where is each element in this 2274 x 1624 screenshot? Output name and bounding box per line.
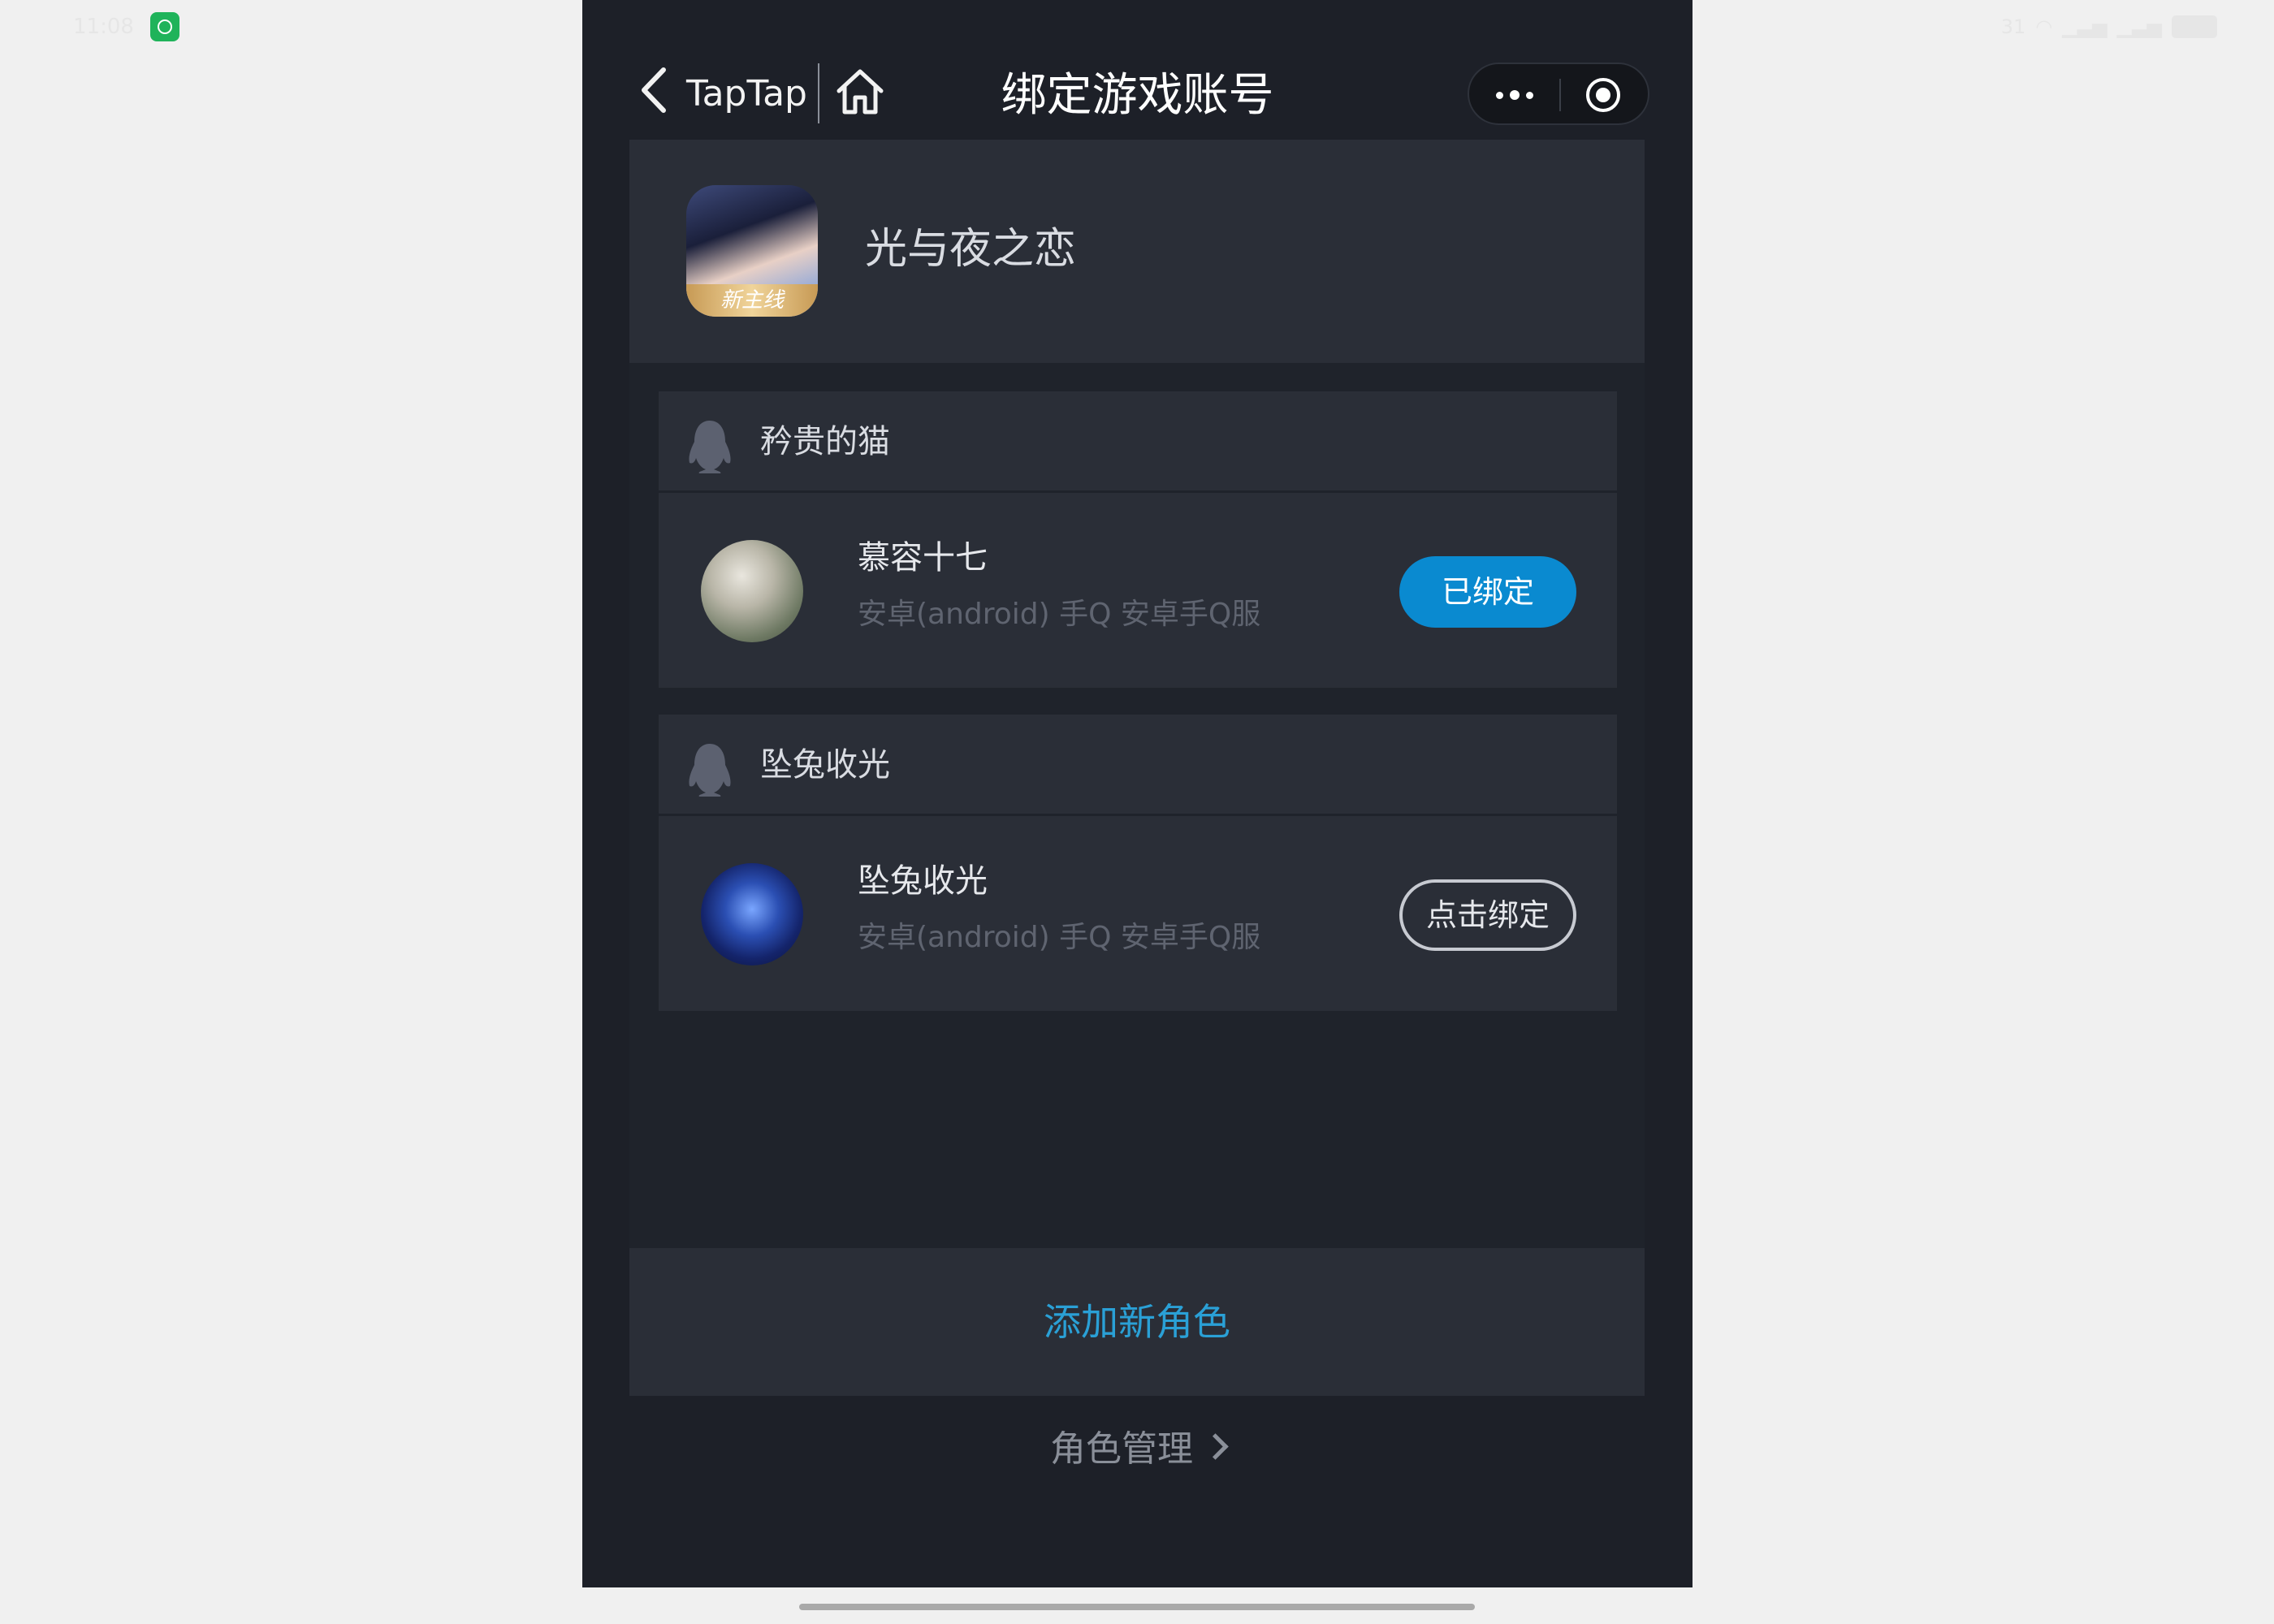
role-management-link[interactable]: 角色管理: [582, 1421, 1693, 1478]
game-name: 光与夜之恋: [865, 225, 1077, 274]
account-card: 坠兔收光 坠兔收光 安卓(android) 手Q 安卓手Q服 点击绑定: [659, 715, 1617, 1011]
mini-program-screen: TapTap 绑定游戏账号 新主线 光与夜之恋 矜贵的猫 慕容十七 安卓(and…: [582, 0, 1693, 1587]
bind-button[interactable]: 点击绑定: [1399, 879, 1576, 951]
close-mini-program-icon[interactable]: [1586, 78, 1620, 112]
capsule-divider: [1559, 79, 1561, 111]
game-icon-badge: 新主线: [686, 284, 818, 317]
role-row: 坠兔收光 安卓(android) 手Q 安卓手Q服 点击绑定: [659, 816, 1617, 1011]
chevron-right-icon: [1202, 1433, 1229, 1460]
notification-app-icon: [149, 12, 179, 41]
role-name: 慕容十七: [858, 539, 988, 577]
role-server: 安卓(android) 手Q 安卓手Q服: [858, 921, 1261, 954]
status-time: 11:08: [73, 15, 134, 39]
status-indicator: 31: [2000, 15, 2026, 38]
account-card: 矜贵的猫 慕容十七 安卓(android) 手Q 安卓手Q服 已绑定: [659, 391, 1617, 688]
add-role-button[interactable]: 添加新角色: [629, 1248, 1645, 1396]
bound-button[interactable]: 已绑定: [1399, 556, 1576, 628]
signal-icon: ▁▃▅: [2062, 15, 2108, 38]
wifi-icon: ◠: [2035, 15, 2053, 38]
role-avatar: [701, 540, 803, 642]
account-header: 坠兔收光: [659, 715, 1617, 816]
status-right: 31 ◠ ▁▃▅ ▁▃▅: [2001, 11, 2217, 42]
role-avatar: [701, 863, 803, 965]
more-icon[interactable]: [1492, 80, 1537, 110]
status-left: 11:08: [73, 11, 179, 42]
role-server: 安卓(android) 手Q 安卓手Q服: [858, 598, 1261, 631]
qq-penguin-icon: [689, 744, 731, 797]
qq-penguin-icon: [689, 421, 731, 473]
battery-icon: [2172, 15, 2217, 38]
navigation-bar: TapTap 绑定游戏账号: [582, 0, 1693, 140]
role-row: 慕容十七 安卓(android) 手Q 安卓手Q服 已绑定: [659, 493, 1617, 688]
role-management-label: 角色管理: [1050, 1428, 1193, 1470]
home-indicator[interactable]: [799, 1604, 1475, 1610]
role-name: 坠兔收光: [858, 862, 988, 900]
account-label: 坠兔收光: [760, 746, 890, 784]
game-icon: 新主线: [686, 185, 818, 317]
signal-icon-2: ▁▃▅: [2116, 15, 2162, 38]
account-list: 矜贵的猫 慕容十七 安卓(android) 手Q 安卓手Q服 已绑定 坠兔收光 …: [629, 363, 1645, 1248]
menu-capsule: [1468, 63, 1649, 125]
game-header-card: 新主线 光与夜之恋: [629, 140, 1645, 363]
account-header: 矜贵的猫: [659, 391, 1617, 493]
account-label: 矜贵的猫: [760, 423, 890, 460]
